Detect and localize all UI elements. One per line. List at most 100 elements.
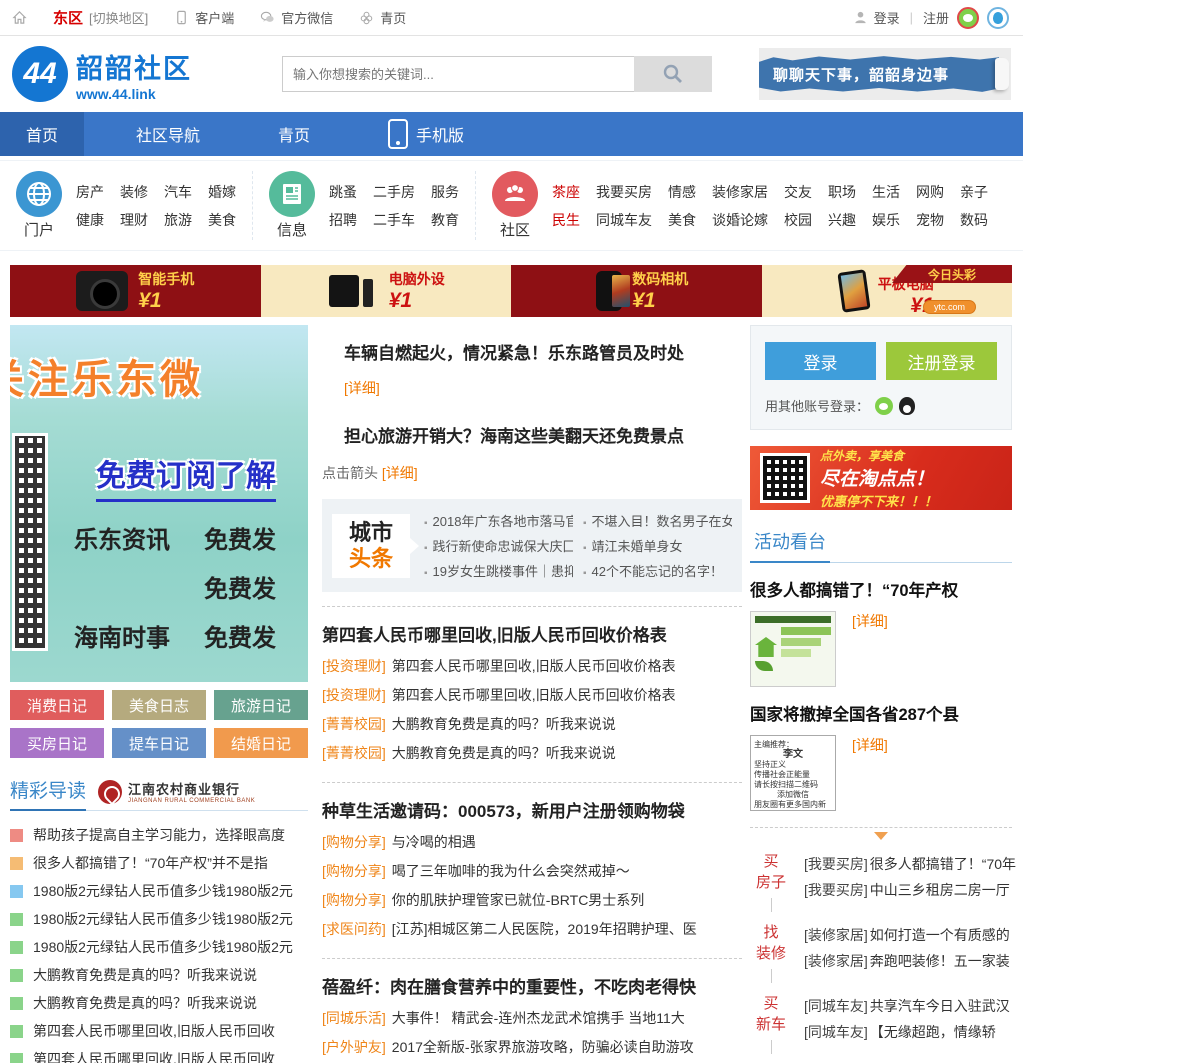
headline-1[interactable]: 车辆自燃起火，情况紧急！乐东路管员及时处 bbox=[322, 325, 742, 364]
site-logo[interactable]: 44 韶韶社区 www.44.link bbox=[12, 46, 272, 102]
city-link[interactable]: 践行新使命忠诚保大庆囗 bbox=[424, 536, 573, 555]
login-link[interactable]: 登录 bbox=[874, 8, 900, 27]
cat-link[interactable]: 校园 bbox=[784, 210, 812, 230]
right-card-title-1[interactable]: 很多人都搞错了！“70年产权 bbox=[750, 577, 1012, 601]
cat-link[interactable]: 理财 bbox=[120, 210, 148, 230]
cat-link[interactable]: 宠物 bbox=[916, 210, 944, 230]
list-item[interactable]: 大鹏教育免费是真的吗？听我来说说 bbox=[10, 961, 308, 989]
thumbnail-editor-card[interactable]: 主编推荐： 李文 坚持正义 传播社会正能量 请长按扫描二维码 添加微信 朋友圈有… bbox=[750, 735, 836, 811]
city-link[interactable]: 2018年广东各地市落马官 bbox=[424, 511, 573, 530]
list-item[interactable]: 第四套人民币哪里回收,旧版人民币回收 bbox=[10, 1045, 308, 1063]
group-row[interactable]: [装修家居]奔跑吧装修！五一家装 bbox=[804, 948, 1012, 974]
nav-item-home[interactable]: 首页 bbox=[0, 112, 84, 156]
article-row[interactable]: [投资理财]第四套人民币哪里回收,旧版人民币回收价格表 bbox=[322, 681, 742, 710]
article-row[interactable]: [求医问药][江苏]相城区第二人民医院，2019年招聘护理、医 bbox=[322, 915, 742, 944]
takeout-qr-ad[interactable]: 点外卖，享美食 尽在淘点点！ 优惠停不下来！！！ bbox=[750, 446, 1012, 510]
cat-link[interactable]: 美食 bbox=[668, 210, 696, 230]
cat-link[interactable]: 房产 bbox=[76, 182, 104, 202]
group-row[interactable]: [我要买房]中山三乡租房二房一厅 bbox=[804, 877, 1016, 903]
city-link[interactable]: 不堪入目！数名男子在女 bbox=[583, 511, 732, 530]
list-item[interactable]: 第四套人民币哪里回收,旧版人民币回收 bbox=[10, 1017, 308, 1045]
cat-link[interactable]: 职场 bbox=[828, 182, 856, 202]
cat-link[interactable]: 跳蚤 bbox=[329, 182, 357, 202]
article-row[interactable]: [同城乐活]大事件！ 精武会-连州杰龙武术馆携手 当地11大 bbox=[322, 1004, 742, 1033]
list-item[interactable]: 大鹏教育免费是真的吗？听我来说说 bbox=[10, 989, 308, 1017]
region-label[interactable]: 东区 bbox=[53, 7, 83, 28]
cat-link[interactable]: 生活 bbox=[872, 182, 900, 202]
client-label[interactable]: 客户端 bbox=[195, 8, 234, 27]
list-item[interactable]: 1980版2元绿钻人民币值多少钱1980版2元 bbox=[10, 905, 308, 933]
article-row[interactable]: [投资理财]第四套人民币哪里回收,旧版人民币回收价格表 bbox=[322, 652, 742, 681]
cat-link[interactable]: 谈婚论嫁 bbox=[712, 210, 768, 230]
cat-link[interactable]: 我要买房 bbox=[596, 182, 652, 202]
official-wechat-link[interactable]: 官方微信 bbox=[260, 8, 333, 27]
header-ad-banner[interactable]: 聊聊天下事，韶韶身边事 bbox=[759, 48, 1011, 100]
cat-link[interactable]: 民生 bbox=[552, 210, 580, 230]
detail-link[interactable]: [详细] bbox=[382, 465, 418, 481]
cat-link[interactable]: 数码 bbox=[960, 210, 988, 230]
thumbnail-infographic[interactable] bbox=[750, 611, 836, 687]
promo-digital-camera[interactable]: 数码相机 ¥1 bbox=[511, 265, 762, 317]
article-row[interactable]: [菁菁校园]大鹏教育免费是真的吗？听我来说说 bbox=[322, 710, 742, 739]
category-name-info[interactable]: 信息 bbox=[277, 219, 307, 240]
group-row[interactable]: [装修家居]如何打造一个有质感的 bbox=[804, 922, 1012, 948]
section-title[interactable]: 蓓盈纤：肉在膳食营养中的重要性，不吃肉老得快 bbox=[322, 973, 742, 998]
city-link[interactable]: 42个不能忘记的名字！ bbox=[583, 561, 732, 580]
category-name-community[interactable]: 社区 bbox=[500, 219, 530, 240]
section-title[interactable]: 第四套人民币哪里回收,旧版人民币回收价格表 bbox=[322, 621, 742, 646]
diary-button-travel[interactable]: 旅游日记 bbox=[214, 690, 308, 720]
diary-button-car[interactable]: 提车日记 bbox=[112, 728, 206, 758]
promo-pc-peripherals[interactable]: 电脑外设 ¥1 bbox=[261, 265, 512, 317]
nav-item-qingye[interactable]: 青页 bbox=[252, 112, 336, 156]
qingye-label[interactable]: 青页 bbox=[380, 8, 406, 27]
cat-link[interactable]: 招聘 bbox=[329, 210, 357, 230]
cat-link[interactable]: 服务 bbox=[431, 182, 459, 202]
list-item[interactable]: 1980版2元绿钻人民币值多少钱1980版2元 bbox=[10, 933, 308, 961]
cat-link[interactable]: 茶座 bbox=[552, 182, 580, 202]
group-row[interactable]: [同城车友]共享汽车今日入驻武汉 bbox=[804, 993, 1012, 1019]
login-button[interactable]: 登录 bbox=[765, 342, 876, 380]
cat-link[interactable]: 美食 bbox=[208, 210, 236, 230]
qq-login-icon[interactable] bbox=[987, 7, 1009, 29]
left-ad-image[interactable]: 关注乐东微 免费订阅了解 乐东资讯免费发 免费发 海南时事免费发 bbox=[10, 325, 308, 682]
region-switcher[interactable]: 东区 [切换地区] bbox=[53, 7, 148, 28]
detail-link[interactable]: [详细] bbox=[852, 611, 888, 631]
headline-2[interactable]: 担心旅游开销大？海南这些美翻天还免费景点 bbox=[322, 398, 742, 447]
cat-link[interactable]: 旅游 bbox=[164, 210, 192, 230]
list-item[interactable]: 1980版2元绿钻人民币值多少钱1980版2元 bbox=[10, 877, 308, 905]
list-item[interactable]: 帮助孩子提高自主学习能力，选择眼高度 bbox=[10, 821, 308, 849]
qq-icon[interactable] bbox=[899, 397, 915, 415]
city-link[interactable]: 19岁女生跳楼事件｜患抑 bbox=[424, 561, 573, 580]
qingye-link[interactable]: 青页 bbox=[359, 8, 406, 27]
nav-item-community-guide[interactable]: 社区导航 bbox=[110, 112, 226, 156]
cat-link[interactable]: 情感 bbox=[668, 182, 696, 202]
cat-link[interactable]: 汽车 bbox=[164, 182, 192, 202]
article-row[interactable]: [购物分享]你的肌肤护理管家已就位-BRTC男士系列 bbox=[322, 886, 742, 915]
official-wechat-label[interactable]: 官方微信 bbox=[281, 8, 333, 27]
cat-link[interactable]: 交友 bbox=[784, 182, 812, 202]
promo-ytc-button[interactable]: ytc.com bbox=[923, 300, 976, 314]
diary-button-food[interactable]: 美食日志 bbox=[112, 690, 206, 720]
article-row[interactable]: [购物分享]与冷喝的相遇 bbox=[322, 828, 742, 857]
register-login-button[interactable]: 注册登录 bbox=[886, 342, 997, 380]
cat-link[interactable]: 同城车友 bbox=[596, 210, 652, 230]
article-row[interactable]: [户外驴友]2017全新版-张家界旅游攻略，防骗必读自助游攻 bbox=[322, 1033, 742, 1062]
search-button[interactable] bbox=[634, 56, 712, 92]
category-name-portal[interactable]: 门户 bbox=[24, 219, 54, 240]
cat-link[interactable]: 娱乐 bbox=[872, 210, 900, 230]
diary-button-house[interactable]: 买房日记 bbox=[10, 728, 104, 758]
article-row[interactable]: [菁菁校园]大鹏教育免费是真的吗？听我来说说 bbox=[322, 739, 742, 768]
detail-link[interactable]: [详细] bbox=[344, 380, 380, 396]
promo-tablet[interactable]: 今日头彩 平板电脑 ¥1 ytc.com bbox=[762, 265, 1013, 317]
search-input[interactable] bbox=[282, 56, 634, 92]
wechat-login-icon[interactable] bbox=[957, 7, 979, 29]
cat-link[interactable]: 二手车 bbox=[373, 210, 415, 230]
bank-ad[interactable]: 江南农村商业银行 JIANGNAN RURAL COMMERCIAL BANK bbox=[98, 779, 255, 804]
cat-link[interactable]: 网购 bbox=[916, 182, 944, 202]
cat-link[interactable]: 健康 bbox=[76, 210, 104, 230]
group-row[interactable]: [同城车友]【无缘超跑，情缘轿 bbox=[804, 1019, 1012, 1045]
city-link[interactable]: 靖江未婚单身女 bbox=[583, 536, 732, 555]
triangle-down-icon[interactable] bbox=[874, 832, 888, 840]
diary-button-consume[interactable]: 消费日记 bbox=[10, 690, 104, 720]
switch-region-link[interactable]: [切换地区] bbox=[89, 8, 148, 27]
